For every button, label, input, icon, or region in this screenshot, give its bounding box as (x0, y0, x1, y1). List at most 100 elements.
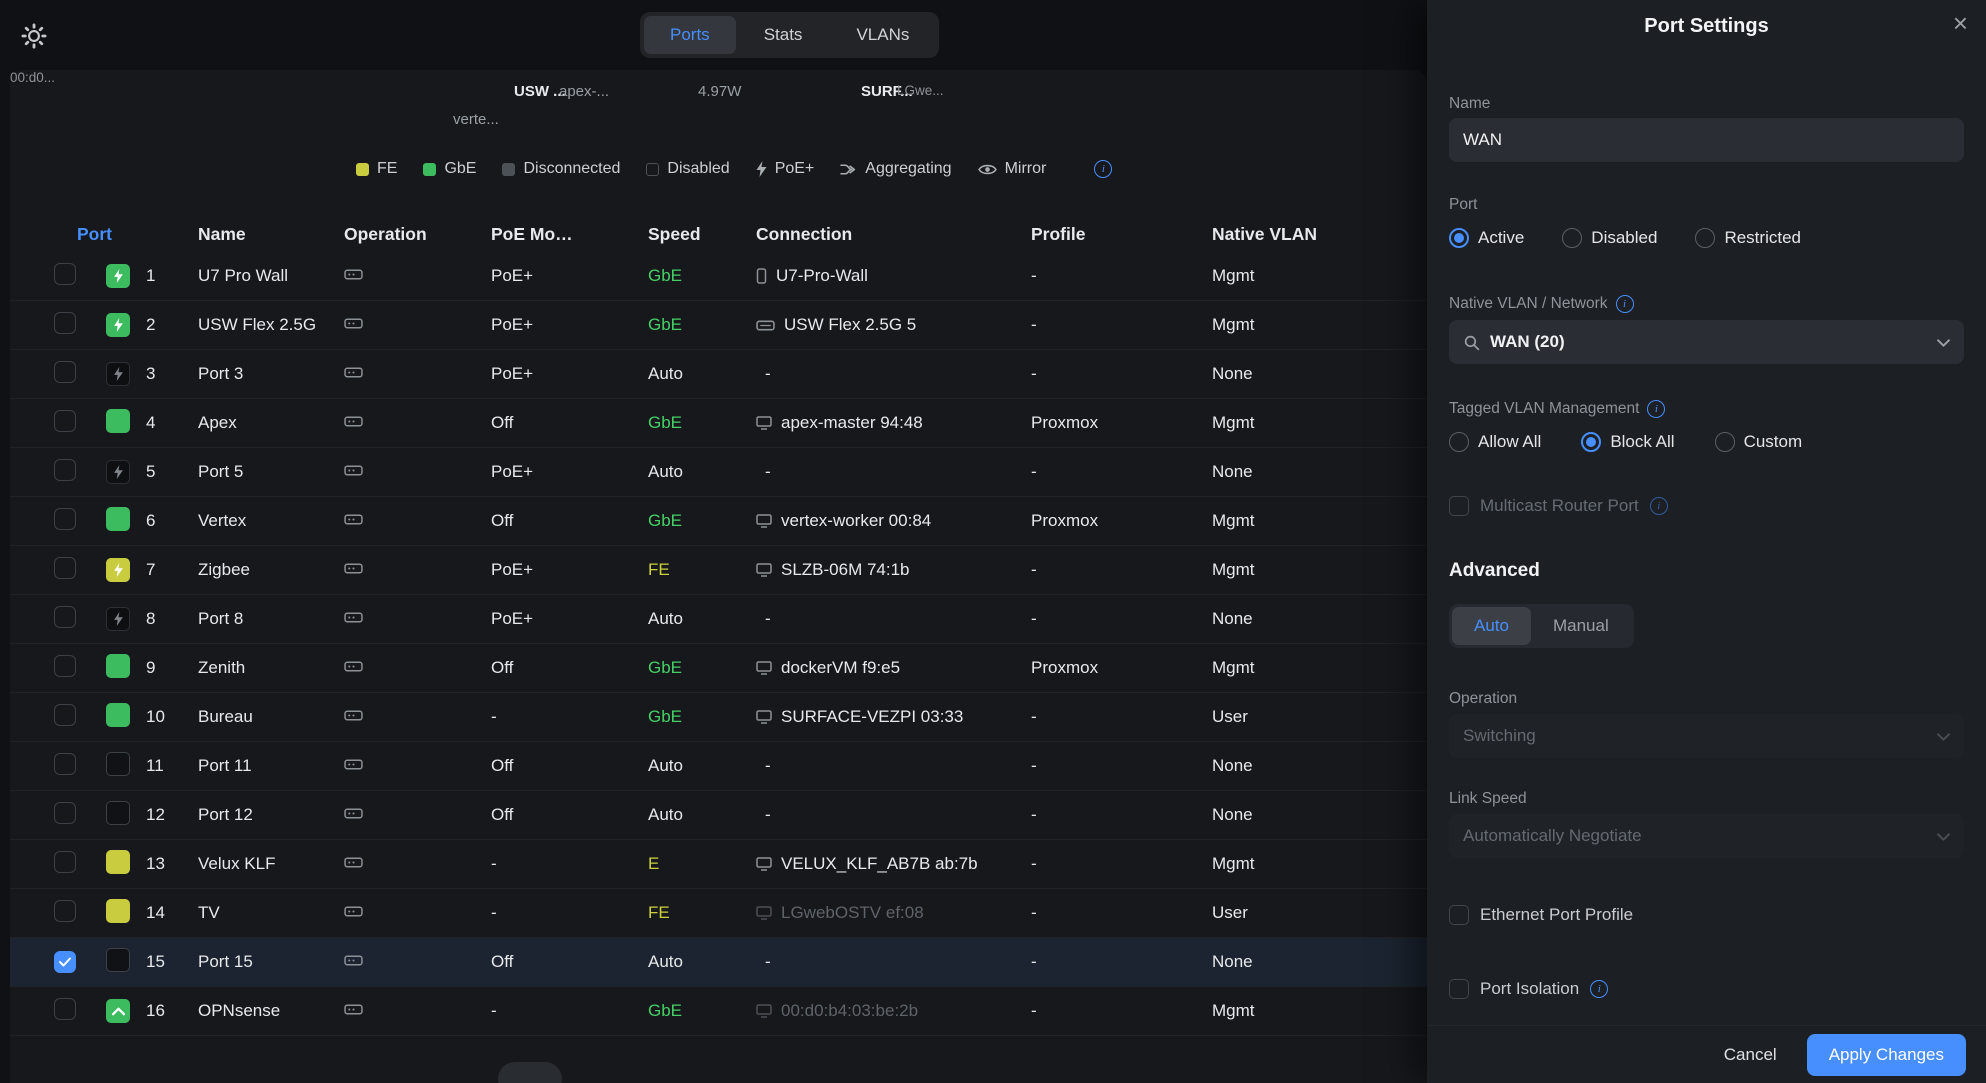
close-icon[interactable]: × (1953, 8, 1968, 39)
checkbox-icon[interactable] (1449, 979, 1469, 999)
port-state-radio[interactable]: Disabled (1562, 228, 1657, 248)
table-row[interactable]: 12 Port 12 Off Auto (10, 791, 1427, 840)
native-vlan-info-icon[interactable] (1616, 295, 1634, 313)
table-row[interactable]: 16 OPNsense - GbE (10, 987, 1427, 1036)
settings-gear-icon[interactable] (20, 22, 48, 50)
table-row[interactable]: 10 Bureau - GbE (10, 693, 1427, 742)
link-speed-label: Link Speed (1449, 790, 1964, 808)
legend-mark-icon (978, 163, 997, 176)
tab[interactable]: Ports (644, 16, 736, 54)
tab[interactable]: VLANs (830, 16, 935, 54)
port-isolation-checkbox-row[interactable]: Port Isolation (1449, 979, 1964, 999)
port-name: Port 3 (198, 364, 344, 384)
radio-icon (1449, 432, 1469, 452)
row-checkbox[interactable] (54, 361, 76, 383)
profile-value: - (1031, 854, 1212, 874)
row-checkbox[interactable] (54, 410, 76, 432)
ethernet-port-profile-checkbox-row[interactable]: Ethernet Port Profile (1449, 905, 1964, 925)
table-row[interactable]: 9 Zenith Off GbE (10, 644, 1427, 693)
row-checkbox[interactable] (54, 753, 76, 775)
checkbox-icon[interactable] (1449, 905, 1469, 925)
table-row[interactable]: 7 Zigbee PoE+ FE (10, 546, 1427, 595)
poe-mode-value: Off (491, 658, 648, 678)
operation-label: Operation (1449, 690, 1964, 708)
mode-segment[interactable]: Auto (1452, 607, 1531, 645)
port-number: 14 (146, 903, 198, 923)
native-vlan-value: Mgmt (1212, 854, 1427, 874)
header-port[interactable]: Port (54, 224, 198, 245)
row-checkbox[interactable] (54, 900, 76, 922)
tagged-vlan-radio[interactable]: Custom (1715, 432, 1803, 452)
header-name[interactable]: Name (198, 224, 344, 245)
radio-label: Disabled (1591, 228, 1657, 248)
tagged-vlan-info-icon[interactable] (1647, 400, 1665, 418)
header-operation[interactable]: Operation (344, 224, 436, 245)
multicast-info-icon[interactable] (1650, 497, 1668, 515)
cancel-button[interactable]: Cancel (1724, 1045, 1777, 1065)
pagination-button[interactable] (498, 1062, 562, 1083)
link-speed-select[interactable]: Automatically Negotiate (1449, 814, 1964, 858)
tagged-vlan-radio[interactable]: Allow All (1449, 432, 1541, 452)
tab[interactable]: Stats (738, 16, 829, 54)
table-row[interactable]: 14 TV - FE LG (10, 889, 1427, 938)
multicast-router-checkbox-row[interactable]: Multicast Router Port (1449, 496, 1964, 516)
row-checkbox[interactable] (54, 704, 76, 726)
speed-value: Auto (648, 462, 756, 482)
apply-changes-button[interactable]: Apply Changes (1807, 1034, 1966, 1076)
row-checkbox[interactable] (54, 655, 76, 677)
table-row[interactable]: 11 Port 11 Off Auto (10, 742, 1427, 791)
header-connection[interactable]: Connection (756, 224, 1031, 245)
legend-info-icon[interactable] (1094, 160, 1112, 178)
tagged-vlan-radio[interactable]: Block All (1581, 432, 1674, 452)
row-checkbox[interactable] (54, 263, 76, 285)
header-speed[interactable]: Speed (648, 224, 756, 245)
name-input[interactable] (1449, 118, 1964, 162)
row-checkbox[interactable] (54, 998, 76, 1020)
connection-cell: SURFACE-VEZPI 03:33 (756, 707, 1031, 727)
poe-mode-value: Off (491, 413, 648, 433)
poe-mode-value: - (491, 707, 648, 727)
port-state-radio[interactable]: Restricted (1695, 228, 1801, 248)
device-label: LGwe... (897, 83, 944, 98)
connection-device-icon (756, 661, 772, 675)
table-row[interactable]: 15 Port 15 Off Auto (10, 938, 1427, 987)
table-row[interactable]: 3 Port 3 PoE+ Auto (10, 350, 1427, 399)
port-name: Port 15 (198, 952, 344, 972)
profile-value: - (1031, 1001, 1212, 1021)
profile-value: - (1031, 756, 1212, 776)
operation-switching-icon (344, 1003, 363, 1016)
row-checkbox[interactable] (54, 802, 76, 824)
row-checkbox[interactable] (54, 557, 76, 579)
port-isolation-info-icon[interactable] (1590, 980, 1608, 998)
header-native-vlan[interactable]: Native VLAN (1212, 224, 1427, 245)
row-checkbox[interactable] (54, 508, 76, 530)
connection-cell: - (756, 364, 1031, 384)
table-row[interactable]: 5 Port 5 PoE+ Auto (10, 448, 1427, 497)
header-poe-mode[interactable]: PoE Mode (491, 224, 573, 245)
row-checkbox[interactable] (54, 851, 76, 873)
row-checkbox[interactable] (54, 606, 76, 628)
operation-select[interactable]: Switching (1449, 714, 1964, 758)
table-row[interactable]: 2 USW Flex 2.5G PoE+ GbE (10, 301, 1427, 350)
connection-cell: USW Flex 2.5G 5 (756, 315, 1031, 335)
port-state-radio[interactable]: Active (1449, 228, 1524, 248)
table-row[interactable]: 13 Velux KLF - E (10, 840, 1427, 889)
radio-label: Block All (1610, 432, 1674, 452)
connection-device-icon (756, 416, 772, 430)
table-row[interactable]: 8 Port 8 PoE+ Auto (10, 595, 1427, 644)
speed-value: GbE (648, 266, 756, 286)
table-row[interactable]: 4 Apex Off GbE (10, 399, 1427, 448)
mode-segment[interactable]: Manual (1531, 607, 1631, 645)
profile-value: Proxmox (1031, 511, 1212, 531)
table-row[interactable]: 1 U7 Pro Wall PoE+ GbE (10, 252, 1427, 301)
chevron-down-icon (1937, 826, 1950, 846)
chevron-down-icon (1937, 726, 1950, 746)
table-row[interactable]: 6 Vertex Off GbE (10, 497, 1427, 546)
legend-mark-icon (502, 163, 515, 176)
checkbox-icon[interactable] (1449, 496, 1469, 516)
native-vlan-select[interactable]: WAN (20) (1449, 320, 1964, 364)
header-profile[interactable]: Profile (1031, 224, 1212, 245)
row-checkbox[interactable] (54, 312, 76, 334)
row-checkbox[interactable] (54, 459, 76, 481)
row-checkbox[interactable] (54, 951, 76, 973)
